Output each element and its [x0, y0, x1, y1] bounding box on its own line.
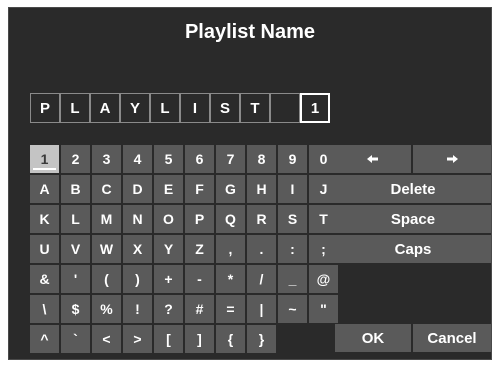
key[interactable]: <	[92, 325, 121, 353]
name-cursor-slot: 1	[300, 93, 330, 123]
key[interactable]: ?	[154, 295, 183, 323]
key[interactable]: 1	[30, 145, 59, 173]
key[interactable]: -	[185, 265, 214, 293]
key[interactable]: #	[185, 295, 214, 323]
key[interactable]: ^	[30, 325, 59, 353]
key[interactable]: Y	[154, 235, 183, 263]
key[interactable]: ;	[309, 235, 338, 263]
key[interactable]: Z	[185, 235, 214, 263]
name-char-slot: L	[150, 93, 180, 123]
key[interactable]: |	[247, 295, 276, 323]
key[interactable]: S	[278, 205, 307, 233]
name-char-slot: S	[210, 93, 240, 123]
key[interactable]: ~	[278, 295, 307, 323]
key[interactable]: +	[154, 265, 183, 293]
key[interactable]: 8	[247, 145, 276, 173]
key[interactable]: T	[309, 205, 338, 233]
arrow-right-icon	[447, 155, 458, 163]
key[interactable]: U	[30, 235, 59, 263]
key[interactable]: 7	[216, 145, 245, 173]
key[interactable]: P	[185, 205, 214, 233]
key[interactable]: G	[216, 175, 245, 203]
caps-button[interactable]: Caps	[335, 235, 491, 263]
name-char-slot: L	[60, 93, 90, 123]
key[interactable]: ,	[216, 235, 245, 263]
key[interactable]: =	[216, 295, 245, 323]
key[interactable]: M	[92, 205, 121, 233]
key[interactable]: `	[61, 325, 90, 353]
key[interactable]: $	[61, 295, 90, 323]
key[interactable]: W	[92, 235, 121, 263]
ok-button[interactable]: OK	[335, 324, 411, 352]
key[interactable]: /	[247, 265, 276, 293]
key[interactable]: .	[247, 235, 276, 263]
name-char-slot: Y	[120, 93, 150, 123]
key[interactable]: D	[123, 175, 152, 203]
key[interactable]: !	[123, 295, 152, 323]
key[interactable]: ]	[185, 325, 214, 353]
key[interactable]: _	[278, 265, 307, 293]
key[interactable]: %	[92, 295, 121, 323]
key[interactable]: F	[185, 175, 214, 203]
key[interactable]: *	[216, 265, 245, 293]
key[interactable]: \	[30, 295, 59, 323]
key[interactable]: >	[123, 325, 152, 353]
key[interactable]: I	[278, 175, 307, 203]
key[interactable]: "	[309, 295, 338, 323]
key[interactable]: {	[216, 325, 245, 353]
key[interactable]: C	[92, 175, 121, 203]
key[interactable]: N	[123, 205, 152, 233]
name-char-slot: T	[240, 93, 270, 123]
key[interactable]: (	[92, 265, 121, 293]
key[interactable]: E	[154, 175, 183, 203]
key[interactable]: V	[61, 235, 90, 263]
key[interactable]: )	[123, 265, 152, 293]
key[interactable]: @	[309, 265, 338, 293]
playlist-name-dialog: Playlist Name PLAYLIST1 1234567890ABCDEF…	[8, 7, 492, 360]
key[interactable]: H	[247, 175, 276, 203]
cancel-button[interactable]: Cancel	[413, 324, 491, 352]
key[interactable]: 0	[309, 145, 338, 173]
space-button[interactable]: Space	[335, 205, 491, 233]
key[interactable]: 5	[154, 145, 183, 173]
name-char-slot: P	[30, 93, 60, 123]
key[interactable]: X	[123, 235, 152, 263]
key[interactable]: R	[247, 205, 276, 233]
delete-button[interactable]: Delete	[335, 175, 491, 203]
key[interactable]: 4	[123, 145, 152, 173]
key[interactable]: '	[61, 265, 90, 293]
cursor-right-button[interactable]	[413, 145, 491, 173]
name-char-slot: I	[180, 93, 210, 123]
name-char-slot	[270, 93, 300, 123]
key[interactable]: J	[309, 175, 338, 203]
key[interactable]: [	[154, 325, 183, 353]
key[interactable]: 3	[92, 145, 121, 173]
key[interactable]: B	[61, 175, 90, 203]
arrow-left-icon	[367, 155, 378, 163]
key[interactable]: :	[278, 235, 307, 263]
key[interactable]: 9	[278, 145, 307, 173]
key[interactable]: A	[30, 175, 59, 203]
key[interactable]: K	[30, 205, 59, 233]
key[interactable]: 6	[185, 145, 214, 173]
cursor-left-button[interactable]	[335, 145, 411, 173]
dialog-title: Playlist Name	[184, 21, 316, 43]
key[interactable]: 2	[61, 145, 90, 173]
key[interactable]: O	[154, 205, 183, 233]
key[interactable]: &	[30, 265, 59, 293]
key[interactable]: }	[247, 325, 276, 353]
name-char-slot: A	[90, 93, 120, 123]
key[interactable]: Q	[216, 205, 245, 233]
key[interactable]: L	[61, 205, 90, 233]
